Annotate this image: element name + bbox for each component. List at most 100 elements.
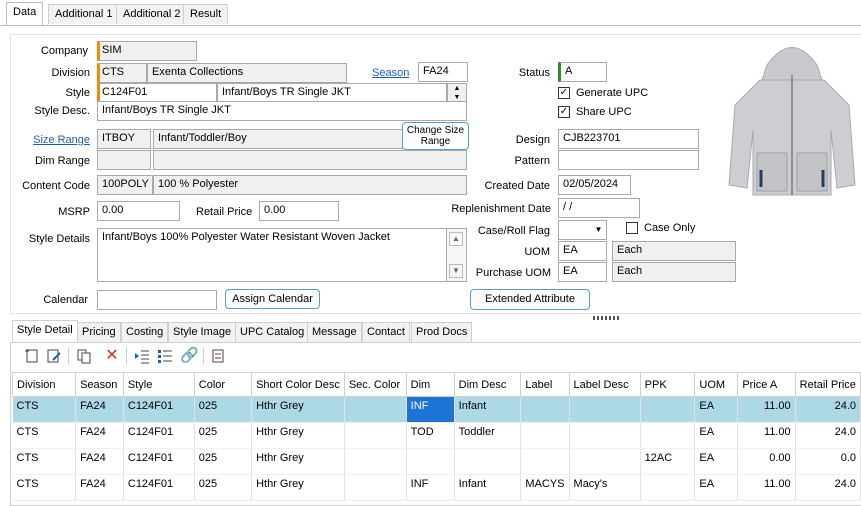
style-desc-field[interactable]: Infant/Boys TR Single JKT (97, 101, 467, 121)
grid-cell[interactable]: 11.00 (737, 422, 796, 449)
delete-icon[interactable]: ✕ (104, 348, 120, 364)
grid-cell[interactable]: Toddler (454, 422, 522, 449)
grid-cell[interactable]: 0.0 (795, 448, 861, 475)
grid-cell[interactable]: FA24 (75, 396, 124, 423)
link-icon[interactable]: 🔗 (180, 348, 199, 364)
tab-costing[interactable]: Costing (121, 322, 169, 342)
grid-cell[interactable]: FA24 (75, 448, 124, 475)
grid-cell[interactable] (344, 422, 407, 449)
table-row[interactable]: CTS FA24 C124F01 025 Hthr Grey INF Infan… (12, 396, 861, 423)
created-date-field[interactable]: 02/05/2024 (558, 175, 631, 195)
grid-cell[interactable]: 025 (194, 448, 253, 475)
grid-cell[interactable]: 12AC (640, 448, 696, 475)
column-header[interactable]: PPK (639, 372, 696, 397)
column-header[interactable]: Short Color Desc (251, 372, 345, 397)
tab-data[interactable]: Data (6, 2, 44, 25)
size-range-code-field[interactable]: ITBOY (97, 129, 151, 149)
column-header[interactable]: Price A (737, 372, 796, 397)
grid-cell[interactable]: CTS (12, 474, 77, 501)
size-range-link[interactable]: Size Range (10, 134, 90, 146)
tab-additional-1[interactable]: Additional 1 (48, 4, 120, 24)
column-header[interactable]: Style (122, 372, 195, 397)
column-header[interactable]: Dim Desc (453, 372, 522, 397)
edit-document-icon[interactable] (46, 348, 62, 364)
grid-cell[interactable]: EA (694, 474, 739, 501)
grid-cell[interactable] (640, 474, 696, 501)
grid-cell[interactable] (344, 474, 407, 501)
table-row[interactable]: CTS FA24 C124F01 025 Hthr Grey INF Infan… (12, 474, 861, 501)
chevron-down-icon[interactable]: ▼ (591, 221, 606, 239)
grid-cell[interactable]: 24.0 (795, 474, 861, 501)
column-header[interactable]: Dim (405, 372, 455, 397)
grid-cell[interactable]: MACYS (520, 474, 570, 501)
grid-cell[interactable]: INF (406, 474, 455, 501)
splitter-handle[interactable] (593, 316, 619, 320)
assign-calendar-button[interactable]: Assign Calendar (225, 289, 320, 309)
style-details-textarea[interactable]: Infant/Boys 100% Polyester Water Resista… (97, 228, 447, 282)
grid-cell[interactable]: 11.00 (737, 396, 796, 423)
pattern-field[interactable] (558, 150, 699, 170)
grid-cell[interactable] (569, 448, 641, 475)
design-field[interactable]: CJB223701 (558, 129, 699, 149)
season-field[interactable]: FA24 (418, 62, 468, 82)
extended-attribute-button[interactable]: Extended Attribute (470, 289, 590, 310)
grid-cell[interactable]: FA24 (75, 474, 124, 501)
grid-cell[interactable] (569, 396, 641, 423)
grid-cell[interactable]: Hthr Grey (251, 396, 345, 423)
grid-cell[interactable]: 24.0 (795, 396, 861, 423)
grid-cell[interactable] (520, 422, 570, 449)
column-header[interactable]: Label (520, 372, 570, 397)
grid-cell[interactable]: C124F01 (123, 448, 195, 475)
tab-additional-2[interactable]: Additional 2 (116, 4, 188, 24)
grid-cell[interactable] (520, 396, 570, 423)
grid-cell[interactable] (640, 396, 696, 423)
column-header[interactable]: Season (75, 372, 124, 397)
numbered-list-icon[interactable] (157, 348, 173, 364)
tab-upc-catalog[interactable]: UPC Catalog (235, 322, 310, 342)
column-header[interactable]: Sec. Color (343, 372, 407, 397)
new-document-icon[interactable] (24, 348, 40, 364)
grid-cell[interactable]: Macy's (569, 474, 641, 501)
grid-cell[interactable]: C124F01 (123, 474, 195, 501)
style-code-field[interactable]: C124F01 (97, 83, 217, 103)
grid-cell[interactable]: 025 (194, 422, 253, 449)
copy-icon[interactable] (76, 348, 92, 364)
grid-cell[interactable]: CTS (12, 422, 77, 449)
grid-cell[interactable]: C124F01 (123, 396, 195, 423)
grid-cell[interactable]: TOD (406, 422, 455, 449)
grid-cell[interactable] (454, 448, 522, 475)
grid-cell[interactable] (569, 422, 641, 449)
grid-cell[interactable]: 025 (194, 396, 253, 423)
tab-style-image[interactable]: Style Image (168, 322, 237, 342)
uom-code-field[interactable]: EA (558, 241, 607, 261)
grid-cell[interactable]: Hthr Grey (251, 448, 345, 475)
replenishment-date-field[interactable]: / / (558, 198, 640, 218)
grid-cell[interactable] (520, 448, 570, 475)
msrp-field[interactable]: 0.00 (97, 201, 180, 221)
table-row[interactable]: CTS FA24 C124F01 025 Hthr Grey 12AC EA 0… (12, 448, 861, 475)
grid-cell[interactable] (640, 422, 696, 449)
grid-cell[interactable]: 24.0 (795, 422, 861, 449)
change-size-range-button[interactable]: Change Size Range (402, 122, 469, 150)
grid-cell[interactable]: 025 (194, 474, 253, 501)
dim-range-code-field[interactable] (97, 150, 151, 170)
column-header[interactable]: Label Desc (568, 372, 641, 397)
retail-price-field[interactable]: 0.00 (259, 201, 339, 221)
tab-style-detail[interactable]: Style Detail (12, 320, 78, 342)
column-header[interactable]: Division (11, 372, 77, 397)
table-row[interactable]: CTS FA24 C124F01 025 Hthr Grey TOD Toddl… (12, 422, 861, 449)
grid-cell-current[interactable]: INF (406, 396, 455, 423)
grid-cell[interactable] (344, 396, 407, 423)
checklist-icon[interactable] (210, 348, 226, 364)
grid-cell[interactable]: Infant (454, 474, 522, 501)
grid-cell[interactable]: Hthr Grey (251, 474, 345, 501)
case-only-checkbox[interactable] (626, 222, 638, 234)
grid-cell[interactable]: C124F01 (123, 422, 195, 449)
company-field[interactable]: SIM (97, 41, 197, 61)
grid-cell[interactable]: CTS (12, 448, 77, 475)
grid-cell[interactable]: EA (694, 448, 739, 475)
tab-message[interactable]: Message (307, 322, 362, 342)
generate-upc-checkbox[interactable]: ✓ (558, 87, 570, 99)
tab-prod-docs[interactable]: Prod Docs (411, 322, 473, 342)
grid-cell[interactable]: Hthr Grey (251, 422, 345, 449)
